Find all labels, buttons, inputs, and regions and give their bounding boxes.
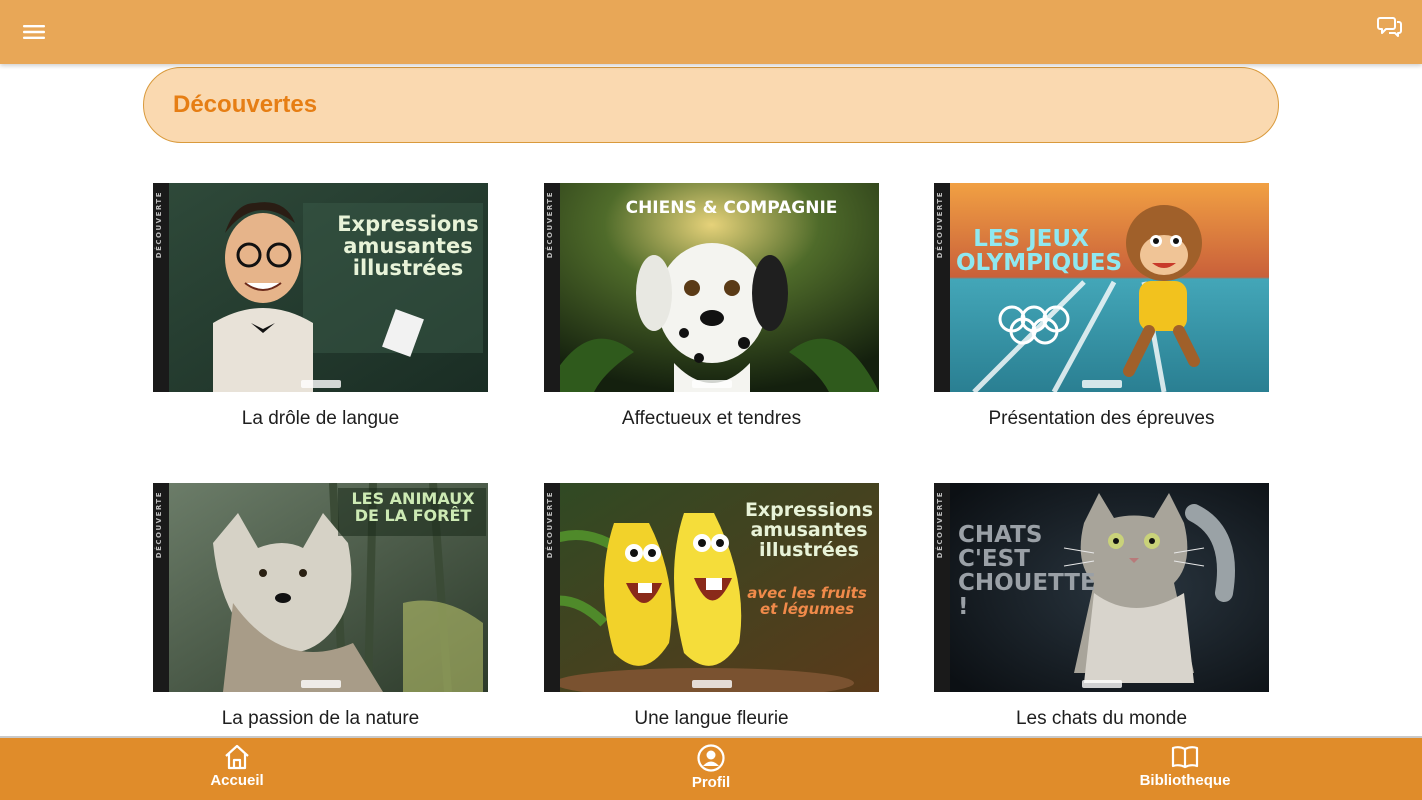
discoveries-grid: DÉCOUVERTE Expressions amusantes illustr… xyxy=(0,0,1422,800)
cover-title: CHIENS & COMPAGNIE xyxy=(625,198,838,218)
spine-label: DÉCOUVERTE xyxy=(936,491,944,559)
cover-title: Expressions amusantes illustrées xyxy=(337,212,479,281)
app-root: Découvertes DÉCOUVERTE Expressions amusa… xyxy=(0,0,1422,800)
cover-title: Expressions amusantes illustrées xyxy=(744,499,874,561)
publisher-logo-icon xyxy=(1082,380,1122,388)
cover-spine: DÉCOUVERTE xyxy=(153,483,169,692)
card-la-drole-de-langue[interactable]: DÉCOUVERTE Expressions amusantes illustr… xyxy=(153,183,488,430)
nav-label: Profil xyxy=(691,774,731,791)
top-app-bar xyxy=(0,0,1422,64)
card-label: La drôle de langue xyxy=(241,408,400,429)
cover-title: LES JEUX OLYMPIQUES xyxy=(956,226,1123,277)
publisher-logo-icon xyxy=(1082,680,1122,688)
cover-spine: DÉCOUVERTE xyxy=(544,183,560,392)
profile-icon xyxy=(697,744,725,772)
cover-spine: DÉCOUVERTE xyxy=(934,183,950,392)
spine-label: DÉCOUVERTE xyxy=(155,191,163,259)
card-label: Présentation des épreuves xyxy=(988,408,1215,429)
cover-subtitle: avec les fruits et légumes xyxy=(747,584,867,618)
bottom-navigation: Accueil Profil Bibliotheque xyxy=(0,736,1422,800)
nav-label: Accueil xyxy=(210,772,264,789)
card-label: Les chats du monde xyxy=(1015,708,1188,729)
hamburger-menu-icon[interactable] xyxy=(18,16,50,48)
nav-item-profil[interactable]: Profil xyxy=(651,744,771,791)
nav-label: Bibliotheque xyxy=(1139,772,1231,789)
spine-label: DÉCOUVERTE xyxy=(546,191,554,259)
card-les-chats-du-monde[interactable]: DÉCOUVERTE CHATS C'EST CHOUETTE ! Les ch… xyxy=(934,483,1269,730)
publisher-logo-icon xyxy=(692,380,732,388)
card-label: Affectueux et tendres xyxy=(621,408,802,429)
cover-spine: DÉCOUVERTE xyxy=(544,483,560,692)
spine-label: DÉCOUVERTE xyxy=(546,491,554,559)
card-la-passion-de-la-nature[interactable]: DÉCOUVERTE LES ANIMAUX DE LA FORÊT La pa… xyxy=(153,483,488,730)
card-label: Une langue fleurie xyxy=(634,708,789,729)
nav-item-bibliotheque[interactable]: Bibliotheque xyxy=(1125,744,1245,789)
card-cover-image: DÉCOUVERTE LES ANIMAUX DE LA FORÊT xyxy=(153,483,488,692)
publisher-logo-icon xyxy=(692,680,732,688)
cover-spine: DÉCOUVERTE xyxy=(934,483,950,692)
card-presentation-des-epreuves[interactable]: DÉCOUVERTE LES JEUX OLYMPIQUES Présentat… xyxy=(934,183,1269,430)
card-cover-image: DÉCOUVERTE CHATS C'EST CHOUETTE ! xyxy=(934,483,1269,692)
card-cover-image: DÉCOUVERTE Expressions amusantes illustr… xyxy=(544,483,879,692)
home-icon xyxy=(225,744,249,770)
spine-label: DÉCOUVERTE xyxy=(936,191,944,259)
book-icon xyxy=(1171,746,1199,769)
card-cover-image: DÉCOUVERTE CHIENS & COMPAGNIE xyxy=(544,183,879,392)
nav-item-accueil[interactable]: Accueil xyxy=(177,744,297,789)
publisher-logo-icon xyxy=(301,380,341,388)
publisher-logo-icon xyxy=(301,680,341,688)
card-une-langue-fleurie[interactable]: DÉCOUVERTE Expressions amusantes illustr… xyxy=(544,483,879,730)
spine-label: DÉCOUVERTE xyxy=(155,491,163,559)
chat-bubbles-icon[interactable] xyxy=(1372,10,1408,42)
cover-title: LES ANIMAUX DE LA FORÊT xyxy=(351,489,475,525)
cover-title: CHATS C'EST CHOUETTE ! xyxy=(958,522,1096,621)
card-affectueux-et-tendres[interactable]: DÉCOUVERTE CHIENS & COMPAGNIE Affectueux… xyxy=(544,183,879,430)
card-label: La passion de la nature xyxy=(221,708,420,729)
card-cover-image: DÉCOUVERTE Expressions amusantes illustr… xyxy=(153,183,488,392)
cover-spine: DÉCOUVERTE xyxy=(153,183,169,392)
card-cover-image: DÉCOUVERTE LES JEUX OLYMPIQUES xyxy=(934,183,1269,392)
